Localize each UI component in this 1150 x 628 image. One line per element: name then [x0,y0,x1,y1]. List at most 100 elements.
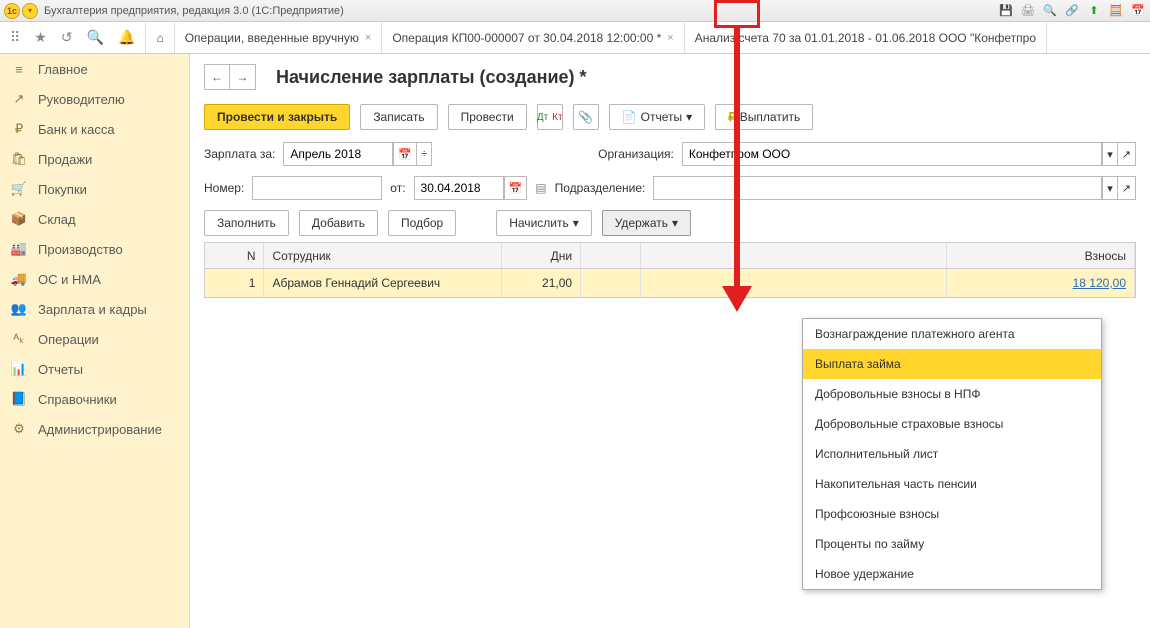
org-field[interactable] [682,142,1102,166]
sidebar-item-catalogs[interactable]: 📘Справочники [0,384,189,414]
favorite-icon[interactable]: ★ [34,29,47,46]
calendar-picker-icon[interactable]: 📅 [393,142,417,166]
dropdown-icon[interactable]: ▾ [1102,142,1118,166]
search-toolbar-icon[interactable]: 🔍 [87,29,104,46]
fees-link[interactable]: 18 120,00 [1073,276,1126,290]
sidebar-item-sales[interactable]: 🛍Продажи [0,144,189,174]
apps-icon[interactable]: ⠿ [10,29,20,46]
gear-icon: ⚙ [10,421,28,437]
notifications-icon[interactable]: 🔔 [118,29,135,46]
box-icon: 📦 [10,211,28,227]
ruble-icon: ₽ [10,121,28,137]
close-icon[interactable]: × [365,32,371,44]
dd-item-3[interactable]: Добровольные страховые взносы [803,409,1101,439]
print-icon[interactable]: 🖨 [1020,3,1036,19]
sidebar-item-main[interactable]: ≡Главное [0,54,189,84]
table-row[interactable]: 1 Абрамов Геннадий Сергеевич 21,00 18 12… [205,269,1135,297]
tab-1[interactable]: Операция КП00-000007 от 30.04.2018 12:00… [382,22,684,53]
nav-forward-button[interactable]: → [230,64,256,90]
app-logo-icon: 1c [4,3,20,19]
open-icon[interactable]: ↗ [1118,142,1136,166]
search-icon[interactable]: 🔍 [1042,3,1058,19]
pay-button[interactable]: ₽Выплатить [715,104,813,130]
tab-home[interactable]: ⌂ [146,22,174,53]
main-content: ← → Начисление зарплаты (создание) * Про… [190,54,1150,628]
col-days-header[interactable]: Дни [502,243,581,268]
window-titlebar: 1c ▾ Бухгалтерия предприятия, редакция 3… [0,0,1150,22]
app-menu-dropdown[interactable]: ▾ [22,3,38,19]
sidebar-item-admin[interactable]: ⚙Администрирование [0,414,189,444]
dd-item-6[interactable]: Профсоюзные взносы [803,499,1101,529]
date-input[interactable]: 📅 [414,176,528,200]
col-n-header[interactable]: N [205,243,264,268]
calendar-icon[interactable]: 📅 [1130,3,1146,19]
sidebar-item-salary[interactable]: 👥Зарплата и кадры [0,294,189,324]
sidebar-item-reports[interactable]: 📊Отчеты [0,354,189,384]
operations-icon: ᴬₖ [10,331,28,347]
sidebar-item-purchases[interactable]: 🛒Покупки [0,174,189,204]
dt-kt-button[interactable]: ДтКт [537,104,563,130]
sidebar-item-assets[interactable]: 🚚ОС и НМА [0,264,189,294]
attach-button[interactable]: 📎 [573,104,599,130]
doc-icon[interactable]: ▤ [535,181,546,195]
dd-item-2[interactable]: Добровольные взносы в НПФ [803,379,1101,409]
add-button[interactable]: Добавить [299,210,378,236]
col-hours-header[interactable] [581,243,640,268]
post-and-close-button[interactable]: Провести и закрыть [204,104,350,130]
deduct-button[interactable]: Удержать▾ [602,210,691,236]
dd-item-1[interactable]: Выплата займа [803,349,1101,379]
sidebar-item-manager[interactable]: ↗Руководителю [0,84,189,114]
dropdown-icon[interactable]: ▾ [1102,176,1118,200]
open-icon[interactable]: ↗ [1118,176,1136,200]
dept-label: Подразделение: [555,181,646,195]
salary-period-input[interactable]: 📅 ÷ [283,142,432,166]
from-label: от: [390,181,405,195]
nav-back-button[interactable]: ← [204,64,230,90]
salary-for-label: Зарплата за: [204,147,275,161]
dd-item-8[interactable]: Новое удержание [803,559,1101,589]
dd-item-4[interactable]: Исполнительный лист [803,439,1101,469]
accrue-button[interactable]: Начислить▾ [496,210,592,236]
chart-icon: ↗ [10,91,28,107]
col-fees-header[interactable]: Взносы [947,243,1135,268]
home-icon: ⌂ [156,31,163,45]
fill-button[interactable]: Заполнить [204,210,289,236]
number-field[interactable] [252,176,382,200]
calc-icon[interactable]: 🧮 [1108,3,1124,19]
main-toolbar: ⠿ ★ ↺ 🔍 🔔 ⌂ Операции, введенные вручную×… [0,22,1150,54]
cart-icon: 🛒 [10,181,28,197]
salary-period-field[interactable] [283,142,393,166]
org-label: Организация: [598,147,674,161]
stepper-icon[interactable]: ÷ [417,142,432,166]
barchart-icon: 📊 [10,361,28,377]
history-icon[interactable]: ↺ [61,29,73,46]
date-field[interactable] [414,176,504,200]
sidebar-item-warehouse[interactable]: 📦Склад [0,204,189,234]
reports-button[interactable]: 📄Отчеты▾ [609,104,705,130]
col-emp-header[interactable]: Сотрудник [264,243,501,268]
window-title: Бухгалтерия предприятия, редакция 3.0 (1… [44,5,344,17]
number-label: Номер: [204,181,244,195]
save-icon[interactable]: 💾 [998,3,1014,19]
tab-0[interactable]: Операции, введенные вручную× [175,22,383,53]
book-icon: 📘 [10,391,28,407]
sidebar-item-production[interactable]: 🏭Производство [0,234,189,264]
save-button[interactable]: Записать [360,104,437,130]
page-title: Начисление зарплаты (создание) * [276,67,587,88]
link-icon[interactable]: 🔗 [1064,3,1080,19]
col-accr-header[interactable] [641,243,948,268]
tabs-bar: ⌂ Операции, введенные вручную× Операция … [146,22,1150,53]
sidebar-item-operations[interactable]: ᴬₖОперации [0,324,189,354]
dd-item-5[interactable]: Накопительная часть пенсии [803,469,1101,499]
employee-table: N Сотрудник Дни Взносы 1 Абрамов Геннади… [204,242,1136,298]
pick-button[interactable]: Подбор [388,210,456,236]
export-icon[interactable]: ⬆ [1086,3,1102,19]
sidebar-item-bank[interactable]: ₽Банк и касса [0,114,189,144]
dd-item-7[interactable]: Проценты по займу [803,529,1101,559]
post-button[interactable]: Провести [448,104,527,130]
dept-field[interactable] [653,176,1102,200]
tab-2[interactable]: Анализ счета 70 за 01.01.2018 - 01.06.20… [685,22,1047,53]
dd-item-0[interactable]: Вознаграждение платежного агента [803,319,1101,349]
calendar-picker-icon[interactable]: 📅 [504,176,528,200]
close-icon[interactable]: × [667,32,673,44]
